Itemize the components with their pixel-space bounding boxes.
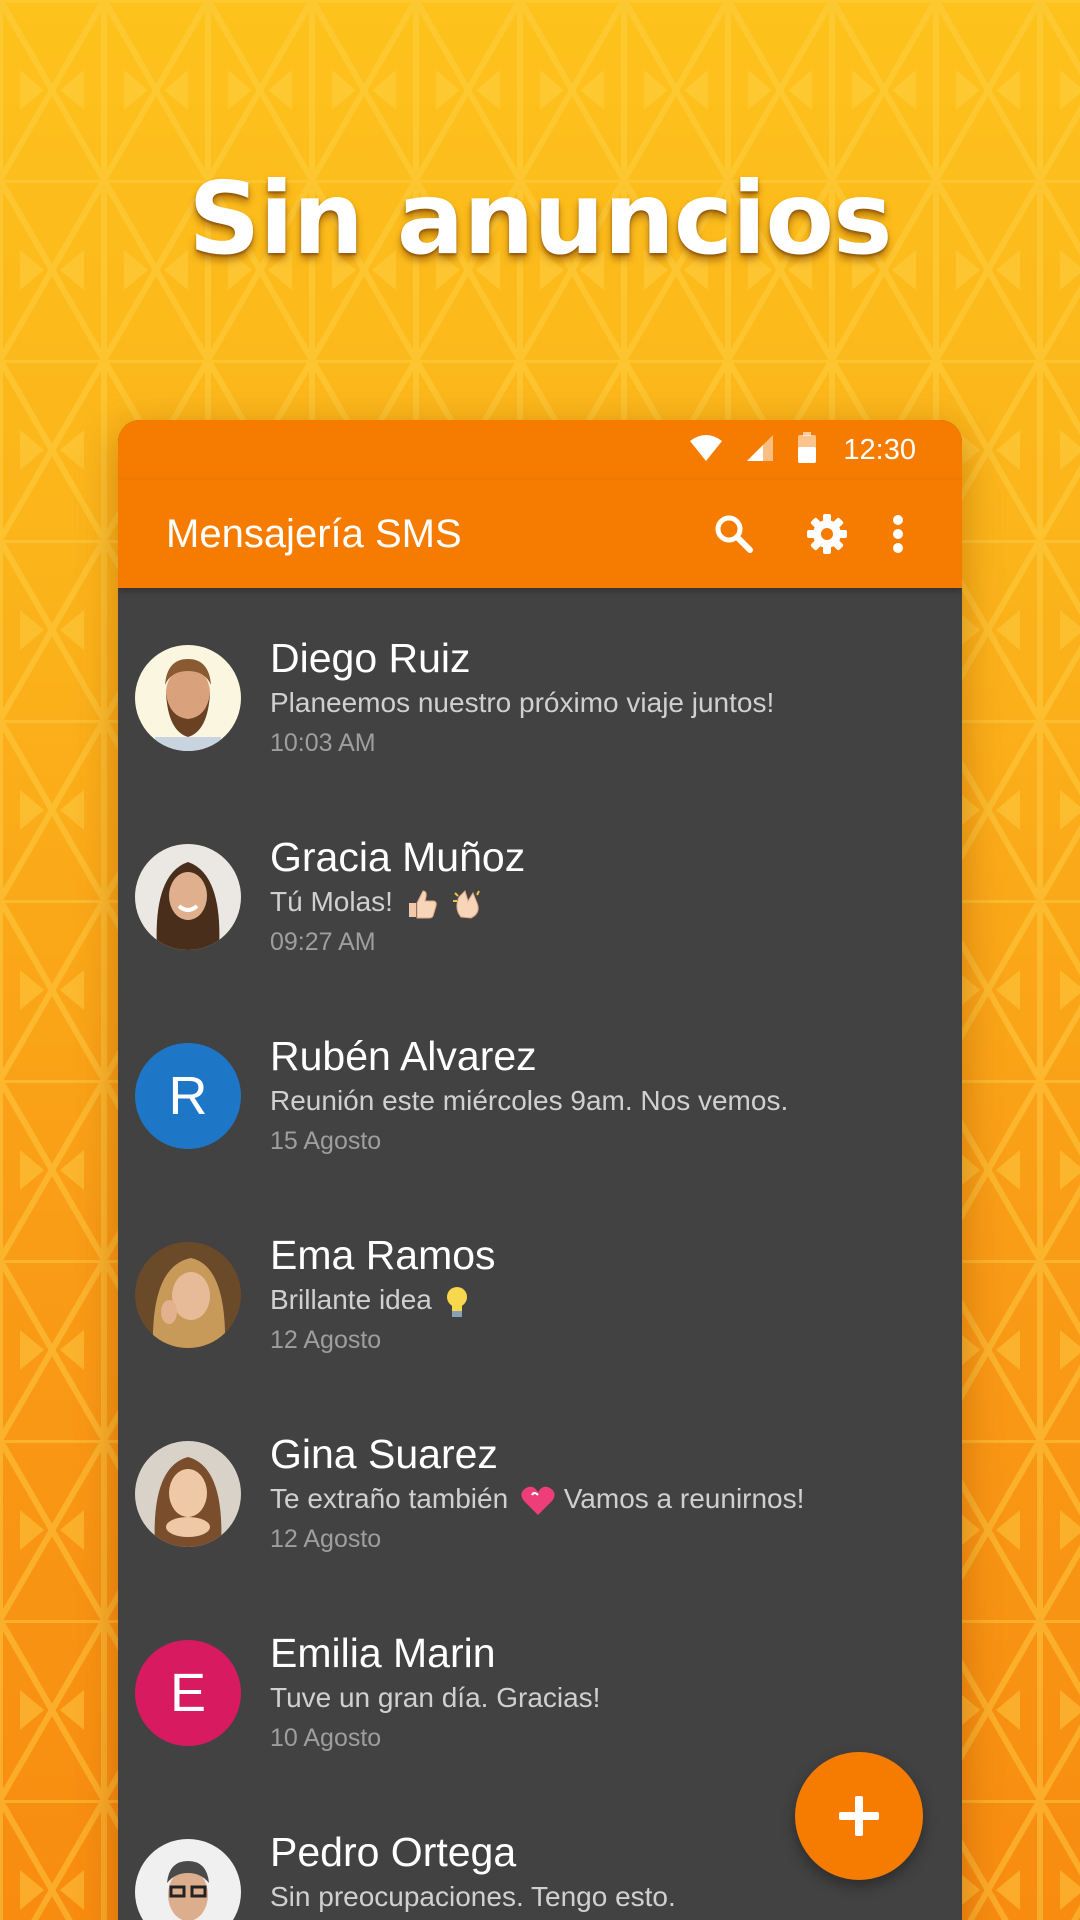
clapping-hands-emoji bbox=[452, 889, 480, 919]
light-bulb-emoji bbox=[446, 1286, 467, 1317]
status-time: 12:30 bbox=[843, 433, 916, 466]
wifi-icon bbox=[689, 433, 723, 468]
contact-name: Emilia Marin bbox=[270, 1630, 496, 1676]
message-preview: Brillante idea bbox=[270, 1283, 470, 1319]
signal-icon bbox=[745, 433, 775, 468]
message-time: 10 Agosto bbox=[270, 1724, 382, 1752]
conversation-row[interactable]: Ema Ramos Brillante idea 12 Agosto bbox=[118, 1185, 962, 1384]
settings-icon bbox=[807, 514, 847, 554]
avatar bbox=[135, 1242, 241, 1348]
message-preview: Tú Molas! bbox=[270, 885, 487, 921]
settings-button[interactable] bbox=[799, 506, 855, 562]
message-preview: Reunión este miércoles 9am. Nos vemos. bbox=[270, 1085, 789, 1116]
message-preview: Tuve un gran día. Gracias! bbox=[270, 1682, 601, 1713]
phone-screen: 12:30 Mensajería SMS Diego Ruiz Planeemo… bbox=[118, 420, 962, 1920]
avatar bbox=[135, 844, 241, 950]
promo-screen: Sin anuncios 12:30 Mensajería SMS Diego … bbox=[0, 0, 1080, 1920]
contact-name: Rubén Alvarez bbox=[270, 1033, 537, 1079]
message-preview: Sin preocupaciones. Tengo esto. bbox=[270, 1881, 676, 1912]
search-button[interactable] bbox=[706, 506, 762, 562]
conversation-row[interactable]: E Emilia Marin Tuve un gran día. Gracias… bbox=[118, 1583, 962, 1782]
conversation-row[interactable]: R Rubén Alvarez Reunión este miércoles 9… bbox=[118, 986, 962, 1185]
message-preview: Te extraño también Vamos a reunirnos! bbox=[270, 1482, 804, 1517]
message-time: 15 Agosto bbox=[270, 1127, 382, 1155]
plus-icon bbox=[839, 1796, 879, 1836]
message-time: 10:03 AM bbox=[270, 729, 376, 757]
message-time: 09:27 AM bbox=[270, 928, 376, 956]
conversation-row[interactable]: Gracia Muñoz Tú Molas! 09:27 AM bbox=[118, 787, 962, 986]
app-bar: Mensajería SMS bbox=[118, 480, 962, 588]
thumbs-up-emoji bbox=[408, 890, 437, 919]
search-icon bbox=[715, 515, 753, 553]
avatar bbox=[135, 1839, 241, 1920]
contact-name: Diego Ruiz bbox=[270, 635, 471, 681]
heart-emoji bbox=[521, 1486, 555, 1515]
app-title: Mensajería SMS bbox=[166, 512, 462, 556]
message-preview: Planeemos nuestro próximo viaje juntos! bbox=[270, 687, 775, 718]
avatar-letter: E bbox=[135, 1640, 241, 1746]
contact-name: Ema Ramos bbox=[270, 1232, 496, 1278]
promo-headline: Sin anuncios bbox=[188, 160, 892, 277]
avatar-letter: R bbox=[135, 1043, 241, 1149]
conversation-list: Diego Ruiz Planeemos nuestro próximo via… bbox=[118, 588, 962, 1920]
contact-name: Pedro Ortega bbox=[270, 1829, 517, 1875]
more-options-button[interactable] bbox=[878, 506, 918, 562]
contact-name: Gracia Muñoz bbox=[270, 834, 526, 880]
status-bar: 12:30 bbox=[118, 420, 962, 480]
conversation-row[interactable]: Diego Ruiz Planeemos nuestro próximo via… bbox=[118, 588, 962, 787]
avatar bbox=[135, 645, 241, 751]
more-vert-icon bbox=[893, 515, 903, 553]
contact-name: Gina Suarez bbox=[270, 1431, 498, 1477]
new-message-button[interactable] bbox=[795, 1752, 923, 1880]
battery-icon bbox=[797, 431, 817, 469]
message-time: 12 Agosto bbox=[270, 1326, 382, 1354]
avatar bbox=[135, 1441, 241, 1547]
message-time: 12 Agosto bbox=[270, 1525, 382, 1553]
conversation-row[interactable]: Gina Suarez Te extraño también Vamos a r… bbox=[118, 1384, 962, 1583]
